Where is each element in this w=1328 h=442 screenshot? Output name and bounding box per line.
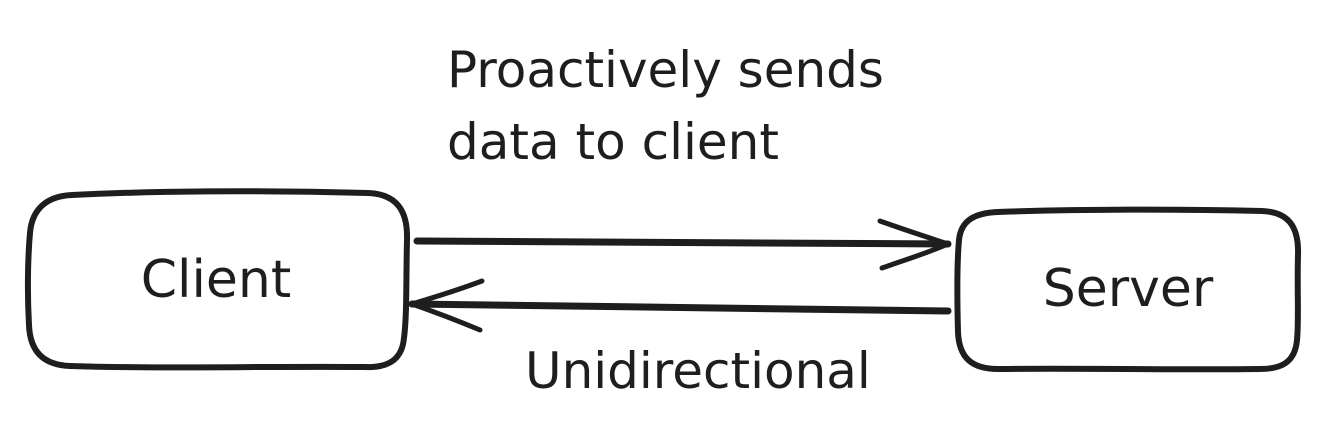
arrow-server-to-client	[408, 278, 952, 333]
annotation-top-line-2: data to client	[447, 113, 779, 171]
arrow-client-to-server	[413, 218, 952, 271]
annotation-bottom: Unidirectional	[525, 342, 871, 400]
server-label: Server	[1043, 259, 1214, 319]
arrow-client-to-server-line	[413, 237, 952, 248]
arrow-server-to-client-line	[408, 300, 952, 315]
client-node: Client	[24, 188, 411, 371]
server-node: Server	[954, 206, 1302, 373]
client-label: Client	[141, 250, 292, 310]
client-server-diagram: Proactively sends data to client Client …	[24, 41, 1302, 400]
annotation-top-line-1: Proactively sends	[447, 41, 884, 99]
